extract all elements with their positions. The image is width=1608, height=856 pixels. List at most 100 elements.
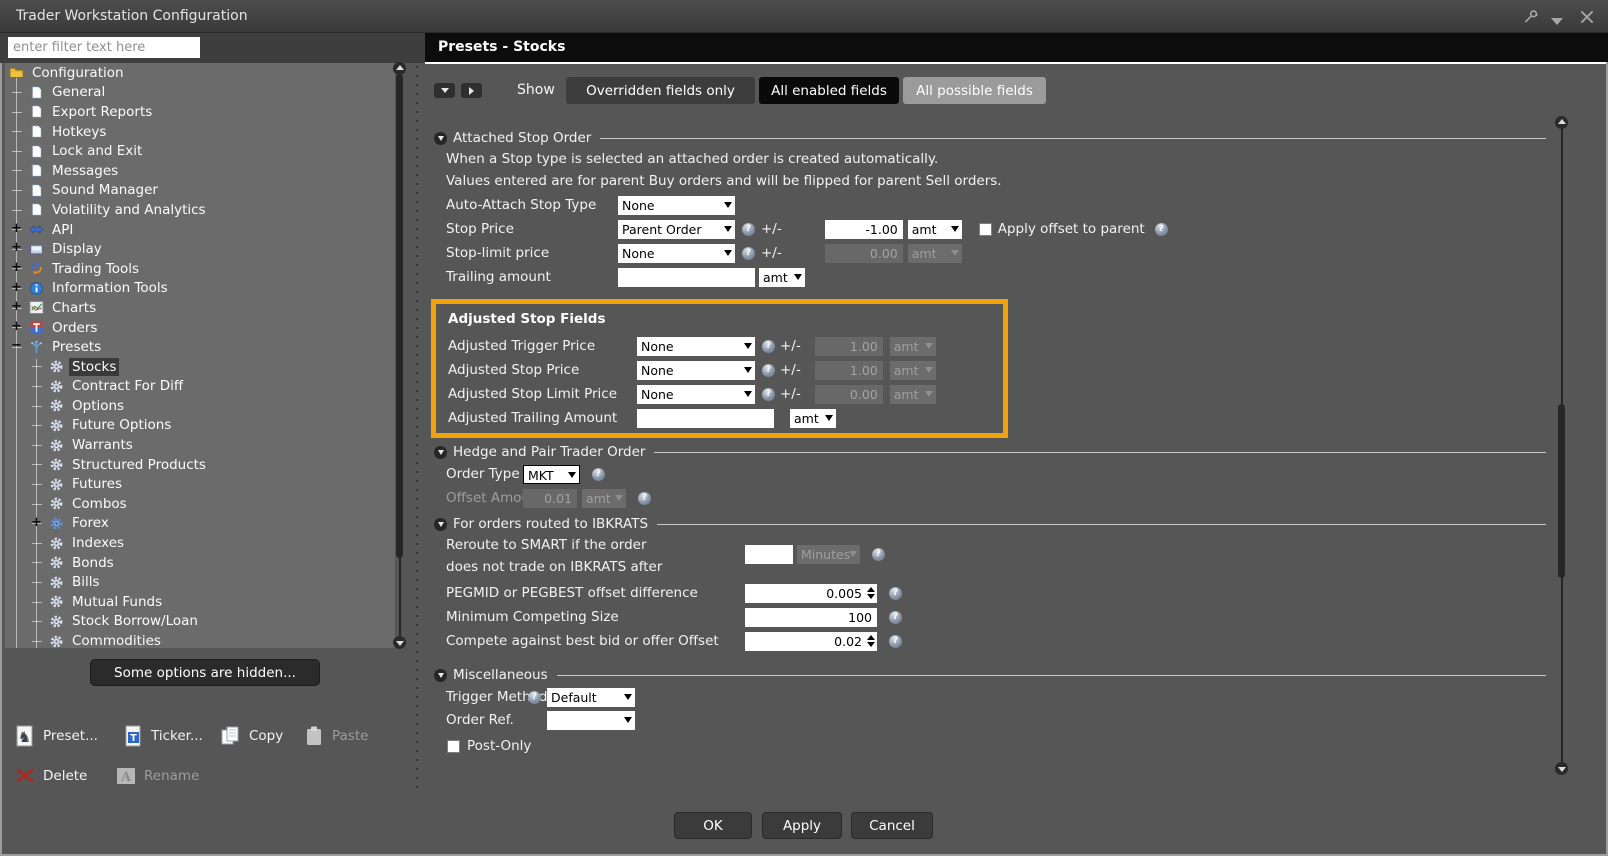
tree-item-stock-borrow-loan[interactable]: Stock Borrow/Loan [5, 612, 395, 632]
preset-button[interactable]: ♞ Preset... [14, 723, 98, 749]
tree-item-forex[interactable]: +Forex [5, 514, 395, 534]
tree-item-bills[interactable]: Bills [5, 572, 395, 592]
tree-item-export-reports[interactable]: Export Reports [5, 102, 395, 122]
tree-item-mutual-funds[interactable]: Mutual Funds [5, 592, 395, 612]
tree-item-messages[interactable]: Messages [5, 161, 395, 181]
tree-item-stocks[interactable]: Stocks [5, 357, 395, 377]
help-icon[interactable] [762, 364, 775, 377]
tree-item-futures[interactable]: Futures [5, 474, 395, 494]
expand-icon[interactable]: + [11, 321, 22, 333]
cancel-button[interactable]: Cancel [851, 812, 933, 839]
spinner-icon[interactable] [867, 635, 875, 647]
stop-price-unit-dropdown[interactable]: amt [908, 220, 962, 239]
help-icon[interactable] [592, 468, 605, 481]
help-icon[interactable] [889, 587, 902, 600]
tree-item-configuration[interactable]: Configuration [5, 63, 395, 83]
help-icon[interactable] [872, 548, 885, 561]
expand-icon[interactable]: + [11, 262, 22, 274]
collapse-section-icon[interactable] [434, 669, 447, 682]
help-icon[interactable] [1155, 223, 1168, 236]
tree-item-combos[interactable]: Combos [5, 494, 395, 514]
adjusted-trailing-unit-dropdown[interactable]: amt [790, 409, 836, 428]
auto-attach-stop-type-dropdown[interactable]: None [618, 196, 735, 215]
help-icon[interactable] [742, 247, 755, 260]
pegmid-offset-input[interactable] [745, 584, 877, 603]
pin-icon[interactable] [1522, 8, 1540, 26]
collapse-all-button[interactable] [434, 83, 455, 98]
copy-button[interactable]: Copy [220, 723, 283, 749]
close-icon[interactable] [1578, 8, 1596, 26]
tree-item-lock-and-exit[interactable]: Lock and Exit [5, 141, 395, 161]
panel-scrollbar-thumb[interactable] [1558, 404, 1565, 578]
collapse-section-icon[interactable] [434, 132, 447, 145]
adjusted-stop-limit-dropdown[interactable]: None [637, 385, 755, 404]
stop-limit-price-dropdown[interactable]: None [618, 244, 735, 263]
collapse-section-icon[interactable] [434, 446, 447, 459]
tree-scrollbar-thumb[interactable] [396, 74, 403, 558]
panel-scroll-down-button[interactable] [1555, 762, 1568, 775]
help-icon[interactable] [889, 635, 902, 648]
expand-icon[interactable]: + [31, 517, 42, 529]
apply-button[interactable]: Apply [762, 812, 842, 839]
help-icon[interactable] [762, 340, 775, 353]
tree-item-information-tools[interactable]: +Information Tools [5, 279, 395, 299]
filter-input[interactable] [8, 37, 200, 58]
panel-splitter[interactable] [416, 66, 418, 792]
ok-button[interactable]: OK [674, 812, 752, 839]
order-type-dropdown[interactable]: MKT [523, 465, 580, 484]
options-hidden-button[interactable]: Some options are hidden... [90, 659, 320, 686]
help-icon[interactable] [889, 611, 902, 624]
tree-item-api[interactable]: +API [5, 220, 395, 240]
show-overridden-button[interactable]: Overridden fields only [566, 77, 755, 104]
tree-item-future-options[interactable]: Future Options [5, 416, 395, 436]
tree-scroll-down-button[interactable] [393, 636, 406, 649]
help-icon[interactable] [528, 691, 541, 704]
adjusted-trigger-price-dropdown[interactable]: None [637, 337, 755, 356]
post-only-checkbox[interactable] [447, 740, 460, 753]
chevron-down-icon[interactable] [1548, 12, 1566, 30]
tree-item-orders[interactable]: +Orders [5, 318, 395, 338]
trailing-amount-unit-dropdown[interactable]: amt [759, 268, 805, 287]
collapse-icon[interactable]: − [11, 340, 22, 352]
adjusted-trailing-amount-input[interactable] [637, 409, 774, 428]
delete-button[interactable]: Delete [14, 763, 87, 789]
ticker-button[interactable]: T Ticker... [122, 723, 203, 749]
adjusted-stop-price-dropdown[interactable]: None [637, 361, 755, 380]
help-icon[interactable] [762, 388, 775, 401]
tree-item-hotkeys[interactable]: Hotkeys [5, 122, 395, 142]
tree-item-bonds[interactable]: Bonds [5, 553, 395, 573]
tree-item-trading-tools[interactable]: +Trading Tools [5, 259, 395, 279]
paste-button[interactable]: Paste [303, 723, 368, 749]
expand-icon[interactable]: + [11, 282, 22, 294]
reroute-minutes-input[interactable] [745, 545, 793, 564]
collapse-section-icon[interactable] [434, 518, 447, 531]
tree-item-presets[interactable]: −Presets [5, 337, 395, 357]
show-possible-button[interactable]: All possible fields [903, 77, 1046, 104]
tree-item-structured-products[interactable]: Structured Products [5, 455, 395, 475]
spinner-icon[interactable] [867, 587, 875, 599]
show-enabled-button[interactable]: All enabled fields [759, 77, 899, 104]
trailing-amount-input[interactable] [618, 268, 755, 287]
rename-button[interactable]: A Rename [115, 763, 199, 789]
trigger-method-dropdown[interactable]: Default [547, 688, 635, 707]
apply-offset-checkbox[interactable] [979, 223, 992, 236]
tree-item-charts[interactable]: +Charts [5, 298, 395, 318]
tree-item-sound-manager[interactable]: Sound Manager [5, 181, 395, 201]
order-ref-dropdown[interactable] [547, 711, 635, 730]
stop-price-offset-input[interactable] [825, 220, 903, 239]
tree-item-warrants[interactable]: Warrants [5, 435, 395, 455]
tree-item-indexes[interactable]: Indexes [5, 533, 395, 553]
tree-item-volatility-and-analytics[interactable]: Volatility and Analytics [5, 200, 395, 220]
expand-icon[interactable]: + [11, 242, 22, 254]
tree-item-contract-for-diff[interactable]: Contract For Diff [5, 377, 395, 397]
min-competing-size-input[interactable] [745, 608, 877, 627]
stop-price-dropdown[interactable]: Parent Order [618, 220, 735, 239]
help-icon[interactable] [638, 492, 651, 505]
expand-icon[interactable]: + [11, 223, 22, 235]
compete-offset-input[interactable] [745, 632, 877, 651]
expand-all-button[interactable] [461, 83, 482, 98]
tree-item-commodities[interactable]: Commodities [5, 631, 395, 648]
tree-item-display[interactable]: +Display [5, 239, 395, 259]
help-icon[interactable] [742, 223, 755, 236]
tree-item-options[interactable]: Options [5, 396, 395, 416]
